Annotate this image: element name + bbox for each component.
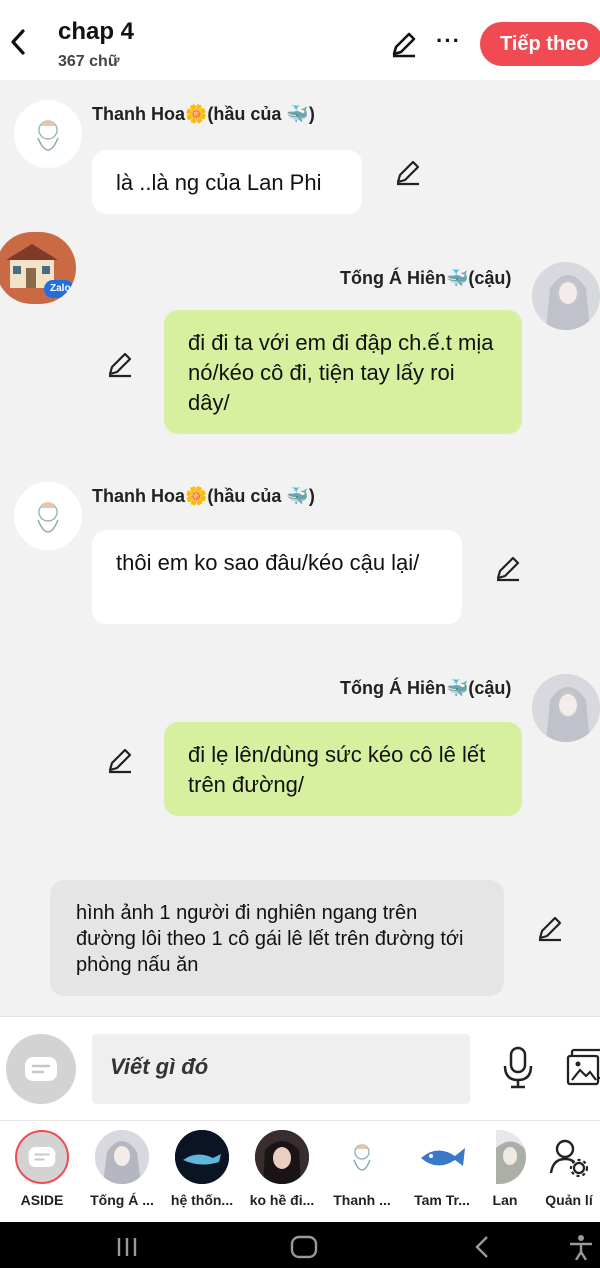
back-icon[interactable]	[6, 26, 30, 58]
character-thanh-hoa[interactable]: Thanh ...	[328, 1130, 396, 1208]
message-input[interactable]: Viết gì đó	[92, 1034, 470, 1104]
avatar-thanh-hoa[interactable]	[14, 482, 82, 550]
edit-message-icon[interactable]	[106, 350, 134, 378]
character-lan[interactable]: Lan	[476, 1130, 534, 1208]
character-label: ASIDE	[20, 1192, 64, 1208]
avatar-thanh-hoa[interactable]	[14, 100, 82, 168]
avatar-ko-he-di	[255, 1130, 309, 1184]
character-he-thong[interactable]: hệ thốn...	[168, 1130, 236, 1208]
message-bubble[interactable]: là ..là ng của Lan Phi	[92, 150, 362, 214]
system-navigation-bar	[0, 1222, 600, 1268]
character-label: Tống Á ...	[90, 1192, 154, 1208]
recent-apps-icon[interactable]	[114, 1234, 140, 1267]
more-options-icon[interactable]: ···	[436, 28, 461, 54]
character-aside[interactable]: ASIDE	[8, 1130, 76, 1208]
edit-message-icon[interactable]	[494, 554, 522, 582]
image-gallery-icon[interactable]	[566, 1048, 600, 1086]
character-label: Quản lí	[545, 1192, 593, 1208]
avatar-tong-a-hien[interactable]	[532, 262, 600, 330]
back-nav-icon[interactable]	[472, 1234, 492, 1267]
next-chapter-button[interactable]: Tiếp theo	[480, 22, 600, 66]
aside-icon	[15, 1130, 69, 1184]
avatar-tam-tr	[415, 1130, 469, 1184]
avatar-lan	[496, 1130, 526, 1184]
zalo-label: Zalo	[50, 283, 71, 294]
character-name: Thanh Hoa🌼(hầu của 🐳)	[92, 104, 315, 124]
avatar-he-thong	[175, 1130, 229, 1184]
character-ko-he-di[interactable]: ko hề đi...	[248, 1130, 316, 1208]
manage-user-icon	[542, 1130, 596, 1184]
character-label: ko hề đi...	[249, 1192, 315, 1208]
narration-bubble[interactable]: hình ảnh 1 người đi nghiên ngang trên đư…	[50, 880, 504, 996]
character-label: Tam Tr...	[414, 1192, 470, 1208]
character-tong-a-hien[interactable]: Tống Á ...	[88, 1130, 156, 1208]
avatar-thanh-hoa	[335, 1130, 389, 1184]
character-manage[interactable]: Quản lí	[538, 1130, 600, 1208]
home-icon[interactable]	[290, 1234, 318, 1267]
edit-message-icon[interactable]	[536, 914, 564, 942]
character-name: Tống Á Hiên🐳(cậu)	[340, 268, 512, 288]
character-label: Lan	[492, 1192, 518, 1208]
aside-toggle-button[interactable]	[6, 1034, 76, 1104]
character-name: Tống Á Hiên🐳(cậu)	[340, 678, 512, 698]
avatar-tong-a-hien[interactable]	[532, 674, 600, 742]
character-label: Thanh ...	[333, 1192, 391, 1208]
character-tam-tr[interactable]: Tam Tr...	[408, 1130, 476, 1208]
accessibility-icon[interactable]	[566, 1234, 596, 1267]
message-bubble[interactable]: thôi em ko sao đâu/kéo cậu lại/	[92, 530, 462, 624]
avatar-tong-a-hien	[95, 1130, 149, 1184]
chapter-title: chap 4	[58, 18, 135, 45]
zalo-floating-bubble[interactable]: Zalo	[0, 232, 76, 304]
message-bubble[interactable]: đi đi ta với em đi đập ch.ế.t mịa nó/kéo…	[164, 310, 522, 434]
microphone-icon[interactable]	[500, 1046, 536, 1090]
message-bubble[interactable]: đi lẹ lên/dùng sức kéo cô lê lết trên đư…	[164, 722, 522, 816]
character-label: hệ thốn...	[170, 1192, 234, 1208]
character-name: Thanh Hoa🌼(hầu của 🐳)	[92, 486, 315, 506]
edit-message-icon[interactable]	[106, 746, 134, 774]
edit-message-icon[interactable]	[394, 158, 422, 186]
word-count: 367 chữ	[58, 53, 120, 70]
edit-icon[interactable]	[390, 30, 418, 58]
